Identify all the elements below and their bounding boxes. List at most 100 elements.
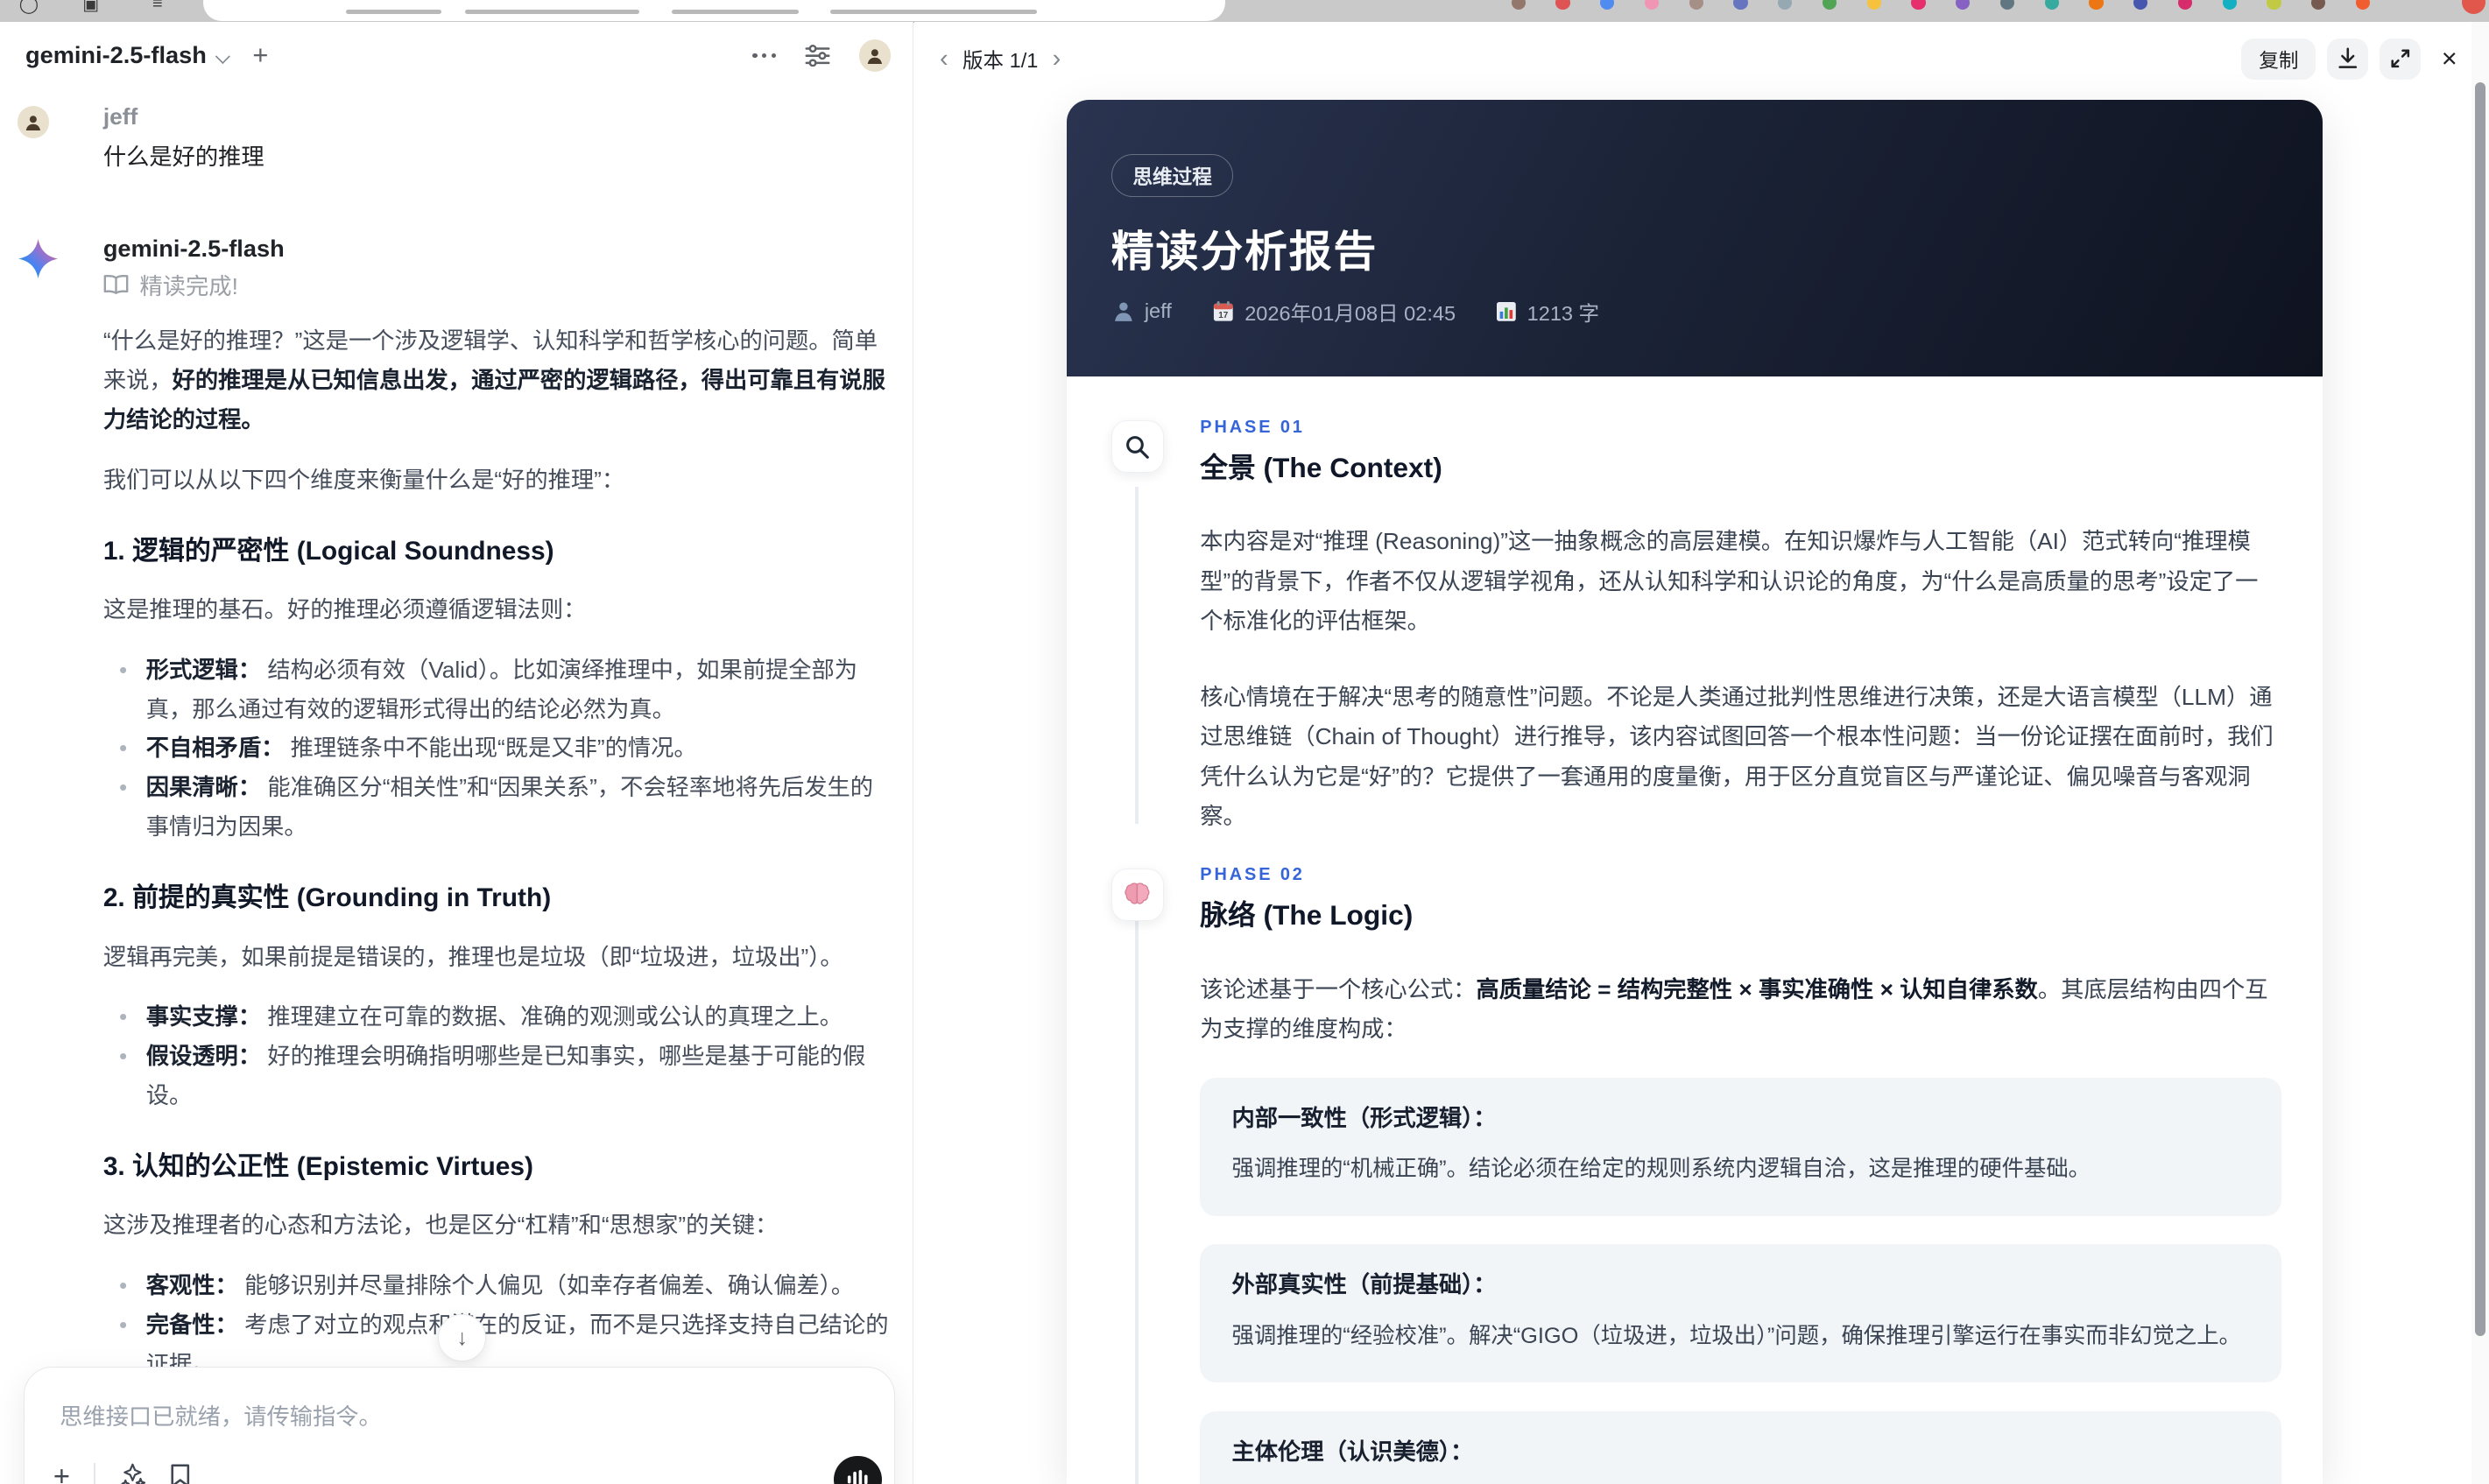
version-label: 版本 1/1	[962, 49, 1039, 73]
text-run: 好的推理是从已知信息出发，通过严密的逻辑路径，得出可靠且有说服力结论的过程。	[102, 367, 885, 433]
scroll-to-bottom-button[interactable]: ↓	[438, 1313, 486, 1362]
assistant-message-body: “什么是好的推理？”这是一个涉及逻辑学、认知科学和哲学核心的问题。简单来说，好的…	[103, 321, 891, 1483]
brain-icon	[1111, 868, 1164, 921]
dimension-card: 内部一致性（形式逻辑）： 强调推理的“机械正确”。结论必须在给定的规则系统内逻辑自…	[1200, 1077, 2281, 1216]
open-book-icon	[103, 274, 129, 295]
chat-paragraph: “什么是好的推理？”这是一个涉及逻辑学、认知科学和哲学核心的问题。简单来说，好的…	[103, 321, 891, 440]
phase-label: PHASE 02	[1200, 864, 1305, 884]
bullet-item: 因果清晰： 能准确区分“相关性”和“因果关系”，不会轻率地将先后发生的事情归为因…	[103, 768, 891, 847]
user-message-text: 什么是好的推理	[102, 143, 264, 170]
phase-section-1: PHASE 01 全景 (The Context) 本内容是对“推理 (Reas…	[1111, 418, 2281, 837]
report-header: 思维过程 精读分析报告 jeff 17 2026年01月08日 02:45 12…	[1067, 100, 2323, 376]
new-chat-button[interactable]: +	[252, 39, 268, 71]
section-heading: 2. 前提的真实性 (Grounding in Truth)	[103, 880, 891, 917]
phase-paragraph: 本内容是对“推理 (Reasoning)”这一抽象概念的高层建模。在知识爆炸与人…	[1200, 522, 2281, 641]
artifact-toolbar: ‹ 版本 1/1 › 复制 ×	[940, 35, 2467, 82]
message-composer[interactable]: +	[24, 1366, 896, 1484]
bullet-item: 形式逻辑： 结构必须有效（Valid）。比如演绎推理中，如果前提全部为真，那么通…	[103, 651, 891, 729]
user-avatar	[17, 106, 50, 138]
text-run: 事实支撑：	[145, 1003, 262, 1030]
dimension-card-body: 强调推理的“机械正确”。结论必须在给定的规则系统内逻辑自洽，这是推理的硬件基础。	[1231, 1157, 2091, 1182]
extension-icon	[2044, 0, 2059, 10]
chat-paragraph: 这涉及推理者的心态和方法论，也是区分“杠精”和“思想家”的关键：	[103, 1206, 891, 1245]
chat-paragraph: 逻辑再完美，如果前提是错误的，推理也是垃圾（即“垃圾进，垃圾出”）。	[103, 938, 891, 977]
extension-icon	[2355, 0, 2371, 10]
sliders-icon[interactable]	[805, 44, 830, 67]
section-heading: 3. 认知的公正性 (Epistemic Virtues)	[103, 1149, 891, 1185]
extension-icon	[1644, 0, 1660, 10]
report-body: PHASE 01 全景 (The Context) 本内容是对“推理 (Reas…	[1067, 376, 2323, 1484]
text-run: 形式逻辑：	[145, 656, 262, 683]
expand-icon	[2391, 49, 2409, 68]
text-run: 推理建立在可靠的数据、准确的观测或公认的真理之上。	[261, 1003, 843, 1030]
assistant-status: 精读完成!	[103, 268, 891, 301]
download-icon	[2338, 47, 2358, 69]
phase-title: 全景 (The Context)	[1200, 451, 1442, 483]
gemini-star-icon	[18, 238, 103, 279]
person-icon	[1115, 302, 1133, 321]
expand-button[interactable]	[2379, 38, 2422, 80]
model-name: gemini-2.5-flash	[102, 235, 285, 263]
text-run: 我们可以从以下四个维度来衡量什么是“好的推理”：	[102, 466, 625, 493]
chevron-right-icon[interactable]: ›	[1053, 46, 1061, 72]
report-badge: 思维过程	[1111, 153, 1234, 198]
chat-input[interactable]	[56, 1402, 784, 1433]
dimension-card-body: 强调推理的“经验校准”。解决“GIGO（垃圾进，垃圾出）”问题，确保推理引擎运行…	[1231, 1323, 2241, 1348]
chevron-left-icon[interactable]: ‹	[940, 46, 948, 72]
profile-avatar	[2462, 0, 2486, 15]
composer-toolbar: +	[53, 1461, 191, 1484]
download-button[interactable]	[2327, 38, 2369, 80]
chevron-down-icon[interactable]	[216, 46, 230, 60]
close-button[interactable]: ×	[2432, 41, 2467, 76]
dimension-card-title: 主体伦理（认识美德）：	[1231, 1438, 1474, 1465]
ellipsis-icon[interactable]	[752, 53, 777, 59]
model-selector[interactable]: gemini-2.5-flash	[25, 41, 207, 69]
text-run: 该论述基于一个核心公式：	[1200, 975, 1477, 1002]
phase-body: 本内容是对“推理 (Reasoning)”这一抽象概念的高层建模。在知识爆炸与人…	[1200, 522, 2281, 836]
user-avatar[interactable]	[858, 39, 891, 72]
chat-messages: jeff 什么是好的推理 gemini-2.5-flash 精读完成! “什么是…	[0, 95, 913, 1484]
chat-paragraph: 这是推理的基石。好的推理必须遵循逻辑法则：	[103, 590, 891, 629]
text-run: 本内容是对“推理 (Reasoning)”这一抽象概念的高层建模。在知识爆炸与人…	[1200, 528, 2259, 635]
calendar-icon: 17	[1213, 301, 1233, 321]
bar-chart-icon	[1497, 302, 1516, 321]
dimension-card-title: 内部一致性（形式逻辑）：	[1231, 1105, 1497, 1132]
phase-section-2: PHASE 02 脉络 (The Logic) 该论述基于一个核心公式：高质量结…	[1111, 865, 2281, 1484]
extension-icon	[1555, 0, 1570, 10]
sparkle-icon[interactable]	[119, 1462, 146, 1484]
copy-button[interactable]: 复制	[2241, 38, 2316, 80]
dimension-card: 主体伦理（认识美德）：转向推理者的心理特征。引入奥卡姆剃刀和反向论证，旨在克服人…	[1200, 1410, 2281, 1484]
voice-input-button[interactable]	[834, 1456, 882, 1484]
status-text: 精读完成!	[139, 272, 238, 299]
extension-icon	[2311, 0, 2326, 10]
dimension-card: 外部真实性（前提基础）： 强调推理的“经验校准”。解决“GIGO（垃圾进，垃圾出）…	[1200, 1244, 2281, 1382]
extension-icon	[1999, 0, 2015, 10]
extension-icon	[1866, 0, 1881, 10]
chat-header: gemini-2.5-flash +	[0, 22, 913, 88]
plus-icon[interactable]: +	[53, 1461, 70, 1483]
extension-icon	[1511, 0, 1526, 10]
artifact-panel: ‹ 版本 1/1 › 复制 × 思维过程 精读分析报告 jeff 17 2026…	[914, 22, 2489, 1484]
user-message: jeff 什么是好的推理	[17, 103, 891, 172]
word-count-meta: 1213 字	[1497, 297, 1599, 327]
magnifier-icon	[1111, 420, 1164, 474]
extension-icon	[2133, 0, 2148, 10]
author-meta: jeff	[1114, 299, 1172, 323]
arrow-down-icon: ↓	[456, 1325, 468, 1350]
extension-icon	[1600, 0, 1615, 10]
bookmark-icon[interactable]	[170, 1463, 191, 1484]
divider	[94, 1463, 95, 1484]
extension-icon	[1822, 0, 1837, 10]
text-run: 1. 逻辑的严密性 (Logical Soundness)	[102, 536, 554, 566]
text-run: 这涉及推理者的心态和方法论，也是区分“杠精”和“思想家”的关键：	[102, 1212, 779, 1239]
text-run: 不自相矛盾：	[145, 735, 285, 762]
menu-icon[interactable]: ≡	[152, 0, 163, 14]
bullet-item: 客观性： 能够识别并尽量排除个人偏见（如幸存者偏差、确认偏差）。	[103, 1266, 891, 1305]
voice-wave-icon	[847, 1470, 868, 1484]
scrollbar-thumb[interactable]	[2474, 82, 2486, 1337]
address-bar[interactable]	[203, 0, 1226, 21]
grid-icon[interactable]: ▣	[82, 0, 99, 15]
extension-icon	[1956, 0, 1971, 10]
reload-icon[interactable]: ◯	[19, 0, 39, 15]
text-run: 假设透明：	[145, 1043, 262, 1070]
